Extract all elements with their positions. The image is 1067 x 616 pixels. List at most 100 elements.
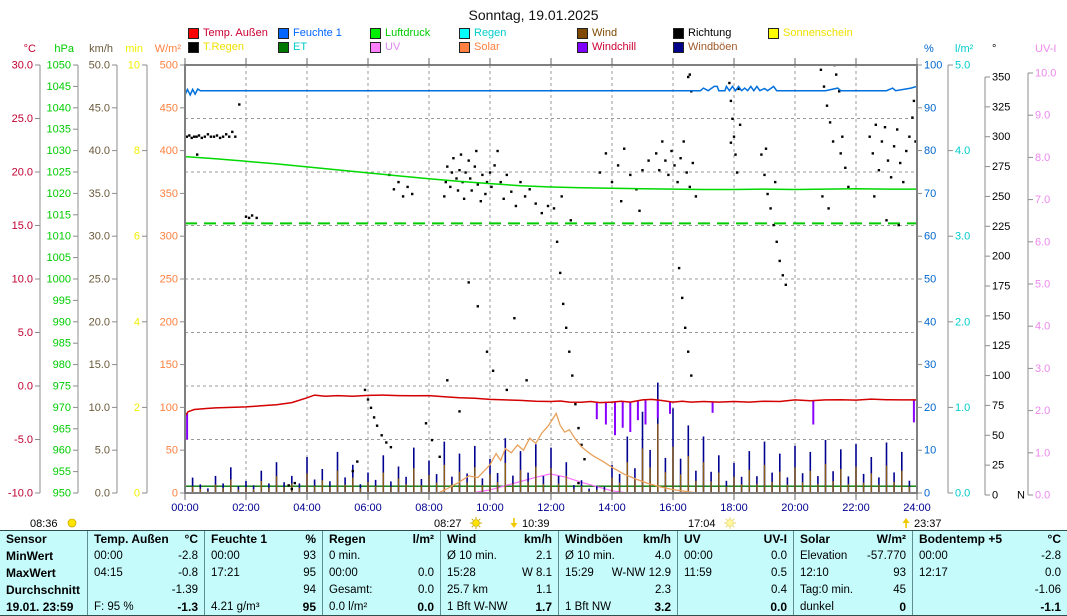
- table-row: 00:00 0.0: [678, 548, 793, 565]
- direction-dot: [647, 159, 649, 161]
- x-tick-label: 06:00: [354, 502, 382, 514]
- tick-label: 90: [924, 102, 936, 114]
- table-header: SolarW/m²: [794, 531, 912, 548]
- tick-label: 5.0: [18, 327, 33, 339]
- tick-label: 20: [924, 402, 936, 414]
- sun-icon: [479, 519, 480, 520]
- direction-dot: [515, 205, 517, 207]
- direction-dot: [826, 105, 828, 107]
- direction-dot: [878, 169, 880, 171]
- direction-dot: [559, 272, 561, 274]
- cell-value: 0.0: [418, 567, 434, 579]
- axis-unit-label: °: [992, 43, 996, 55]
- direction-dot: [500, 181, 502, 183]
- cell-value: -1.1: [1040, 600, 1061, 614]
- table-row: F: 95 %-1.3: [88, 598, 204, 615]
- direction-dot: [356, 460, 358, 462]
- sun-moon-time: 10:39: [522, 518, 550, 530]
- cell-label: 00:00: [684, 550, 713, 562]
- direction-dot: [684, 327, 686, 329]
- x-tick-label: 14:00: [598, 502, 626, 514]
- tick-label: 1005: [47, 252, 71, 264]
- table-col-regen: Regenl/m²0 min.00:000.0Gesamt:0.00.0 l/m…: [322, 531, 440, 615]
- table-row: 0.0: [678, 598, 793, 615]
- direction-dot: [686, 171, 688, 173]
- direction-dot: [468, 281, 470, 283]
- tick-label: 200: [160, 316, 178, 328]
- direction-dot: [887, 159, 889, 161]
- direction-dot: [195, 136, 197, 138]
- table-row: 12:170.0: [913, 565, 1067, 582]
- sun-pale-icon: [733, 519, 734, 520]
- direction-dot: [216, 134, 218, 136]
- tick-label: 1030: [47, 145, 71, 157]
- direction-dot: [841, 136, 843, 138]
- sun-icon: [472, 526, 473, 527]
- direction-dot: [474, 165, 476, 167]
- tick-label: 45.0: [89, 102, 110, 114]
- x-tick-label: 04:00: [293, 502, 321, 514]
- cell-label: 25.7 km: [447, 584, 488, 596]
- direction-dot: [460, 153, 462, 155]
- table-header: UVUV-I: [678, 531, 793, 548]
- direction-dot: [899, 162, 901, 164]
- sensor-unit: °C: [1048, 532, 1061, 546]
- direction-dot: [847, 186, 849, 188]
- sun-moon-time: 08:27: [434, 518, 462, 530]
- tick-label: 1.0: [955, 402, 970, 414]
- direction-dot: [782, 274, 784, 276]
- direction-dot: [911, 116, 913, 118]
- direction-dot: [541, 212, 543, 214]
- tick-label: 30.0: [12, 60, 33, 72]
- direction-dot: [490, 186, 492, 188]
- tick-label: 1000: [47, 274, 71, 286]
- direction-dot: [464, 171, 466, 173]
- tick-label: 30.0: [89, 231, 110, 243]
- direction-dot: [873, 195, 875, 197]
- sun-pale-icon: [726, 526, 727, 527]
- direction-dot: [827, 207, 829, 209]
- direction-dot: [291, 488, 293, 490]
- tick-label: 0.0: [18, 381, 33, 393]
- direction-dot: [605, 152, 607, 154]
- direction-dot: [736, 171, 738, 173]
- cell-value: -0.8: [178, 567, 198, 579]
- sensor-name: Bodentemp +5: [919, 532, 1002, 546]
- table-row: 00:00-2.8: [913, 548, 1067, 565]
- sensor-name: Windböen: [565, 532, 623, 546]
- cell-value: 1.1: [536, 584, 552, 596]
- x-tick-label: 00:00: [171, 502, 199, 514]
- cell-label: Tag:0 min.: [800, 584, 853, 596]
- cell-value: -1.3: [177, 600, 198, 614]
- direction-dot: [875, 124, 877, 126]
- y-axis-uvi: 10.09.08.07.06.05.04.03.02.01.00.0UV-I: [1028, 43, 1056, 502]
- direction-dot: [844, 167, 846, 169]
- direction-dot: [486, 351, 488, 353]
- direction-dot: [234, 136, 236, 138]
- direction-dot: [469, 177, 471, 179]
- direction-dot: [458, 410, 460, 412]
- direction-dot: [411, 193, 413, 195]
- tick-label: 995: [53, 295, 71, 307]
- direction-dot: [256, 217, 258, 219]
- x-tick-label: 10:00: [476, 502, 504, 514]
- tick-label: 1035: [47, 124, 71, 136]
- tick-label: 50.0: [89, 60, 110, 72]
- table-row: Ø 10 min.2.1: [441, 548, 558, 565]
- cell-label: 15:29: [565, 567, 594, 579]
- direction-dot: [620, 200, 622, 202]
- tick-label: 50: [166, 445, 178, 457]
- direction-dot: [524, 195, 526, 197]
- direction-dot: [201, 137, 203, 139]
- tick-label: 4: [134, 316, 140, 328]
- tick-label: 30: [924, 359, 936, 371]
- sensor-unit: W/m²: [877, 532, 906, 546]
- direction-dot: [730, 142, 732, 144]
- direction-dot: [577, 482, 579, 484]
- table-header: Temp. Außen°C: [88, 531, 204, 548]
- tick-label: 0.0: [955, 488, 970, 500]
- direction-dot: [397, 181, 399, 183]
- direction-dot: [196, 153, 198, 155]
- cell-label: 0.0 l/m²: [329, 601, 367, 613]
- cell-value: 0.0: [771, 550, 787, 562]
